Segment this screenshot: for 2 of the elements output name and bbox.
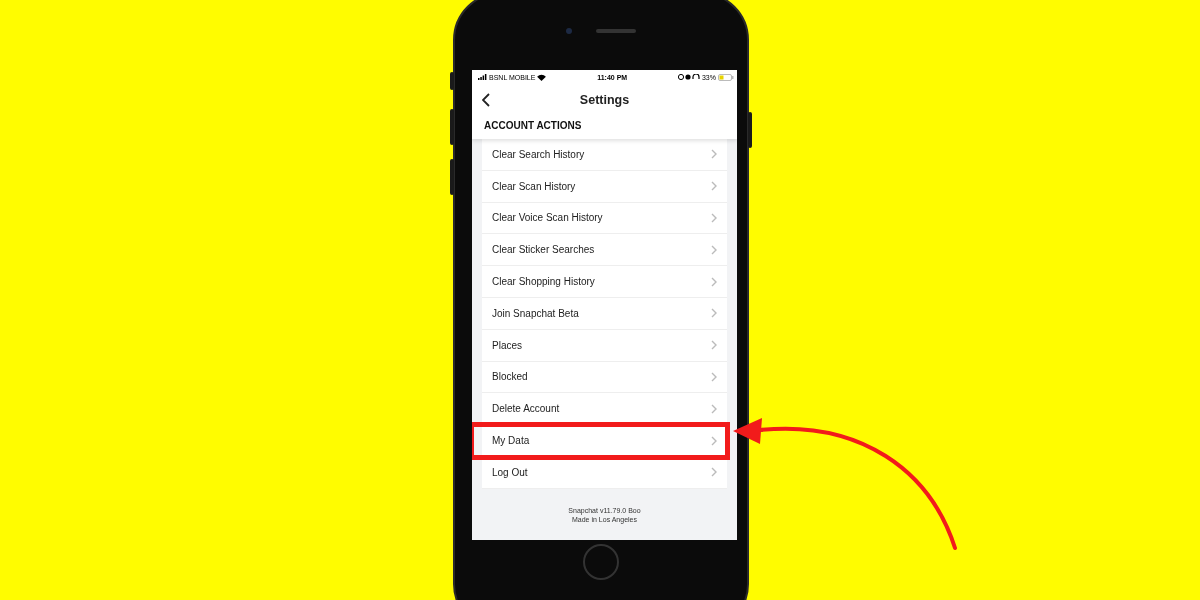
screen-title: Settings [579, 93, 630, 107]
section-header: ACCOUNT ACTIONS [483, 119, 583, 133]
